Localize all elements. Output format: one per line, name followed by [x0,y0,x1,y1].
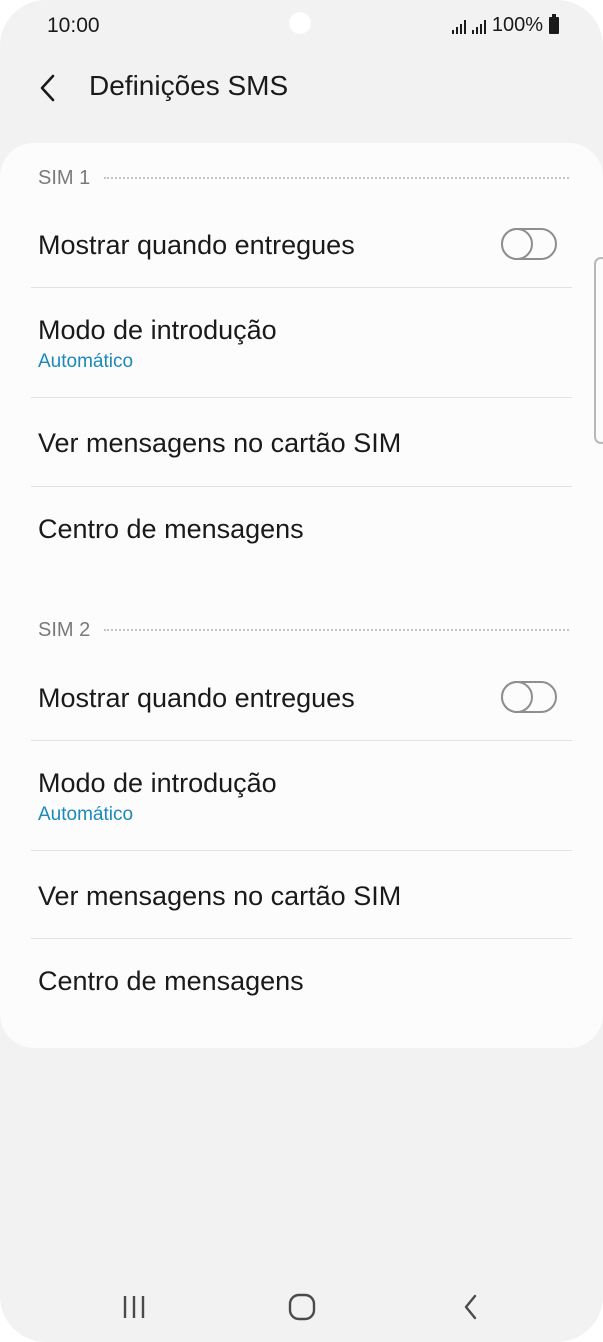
section-divider [104,629,569,631]
row-title: Centro de mensagens [38,514,304,544]
navigation-bar [0,1270,603,1342]
section-header-sim2: SIM 2 [38,615,569,645]
status-indicators: 100% [451,14,559,37]
app-header: Definições SMS [0,60,603,116]
row-title: Centro de mensagens [38,966,304,996]
section-label: SIM 2 [38,618,91,641]
back-button[interactable] [30,68,66,108]
delivery-report-toggle[interactable] [501,681,557,713]
home-icon [288,1293,316,1321]
signal-icon [451,18,466,34]
row-title: Mostrar quando entregues [38,683,355,713]
scrollbar[interactable] [594,257,603,444]
delivery-report-toggle[interactable] [501,228,557,260]
row-title: Modo de introdução [38,315,277,345]
recents-icon [123,1296,145,1318]
battery-icon [549,14,559,34]
home-button[interactable] [272,1290,332,1324]
signal-icon [471,18,486,34]
row-value: Automático [38,351,134,372]
row-value: Automático [38,804,134,825]
status-bar: 10:00 100% [0,0,603,52]
row-message-center-sim2[interactable]: Centro de mensagens [0,939,603,1023]
battery-percent: 100% [491,14,543,36]
section-divider [104,177,569,179]
row-view-sim-messages-sim1[interactable]: Ver mensagens no cartão SIM [0,398,603,486]
section-header-sim1: SIM 1 [38,163,569,193]
row-title: Modo de introdução [38,768,277,798]
recents-button[interactable] [104,1290,164,1324]
row-input-mode-sim1[interactable]: Modo de introdução Automático [0,288,603,397]
row-show-delivered-sim1[interactable]: Mostrar quando entregues [0,200,603,288]
row-input-mode-sim2[interactable]: Modo de introdução Automático [0,741,603,850]
chevron-left-icon [40,74,55,102]
phone-screen: 10:00 100% Definições SMS SIM 1 Mostrar … [0,0,603,1342]
nav-back-button[interactable] [441,1290,501,1324]
toggle-knob [501,228,533,260]
row-title: Ver mensagens no cartão SIM [38,428,402,458]
row-show-delivered-sim2[interactable]: Mostrar quando entregues [0,653,603,741]
row-message-center-sim1[interactable]: Centro de mensagens [0,487,603,571]
front-camera [289,12,311,34]
row-view-sim-messages-sim2[interactable]: Ver mensagens no cartão SIM [0,851,603,939]
settings-card: SIM 1 Mostrar quando entregues Modo de i… [0,143,603,1048]
row-title: Ver mensagens no cartão SIM [38,881,402,911]
status-time: 10:00 [47,14,100,37]
back-icon [464,1294,477,1320]
page-title: Definições SMS [89,70,289,101]
row-title: Mostrar quando entregues [38,230,355,260]
toggle-knob [501,681,533,713]
section-label: SIM 1 [38,166,91,189]
